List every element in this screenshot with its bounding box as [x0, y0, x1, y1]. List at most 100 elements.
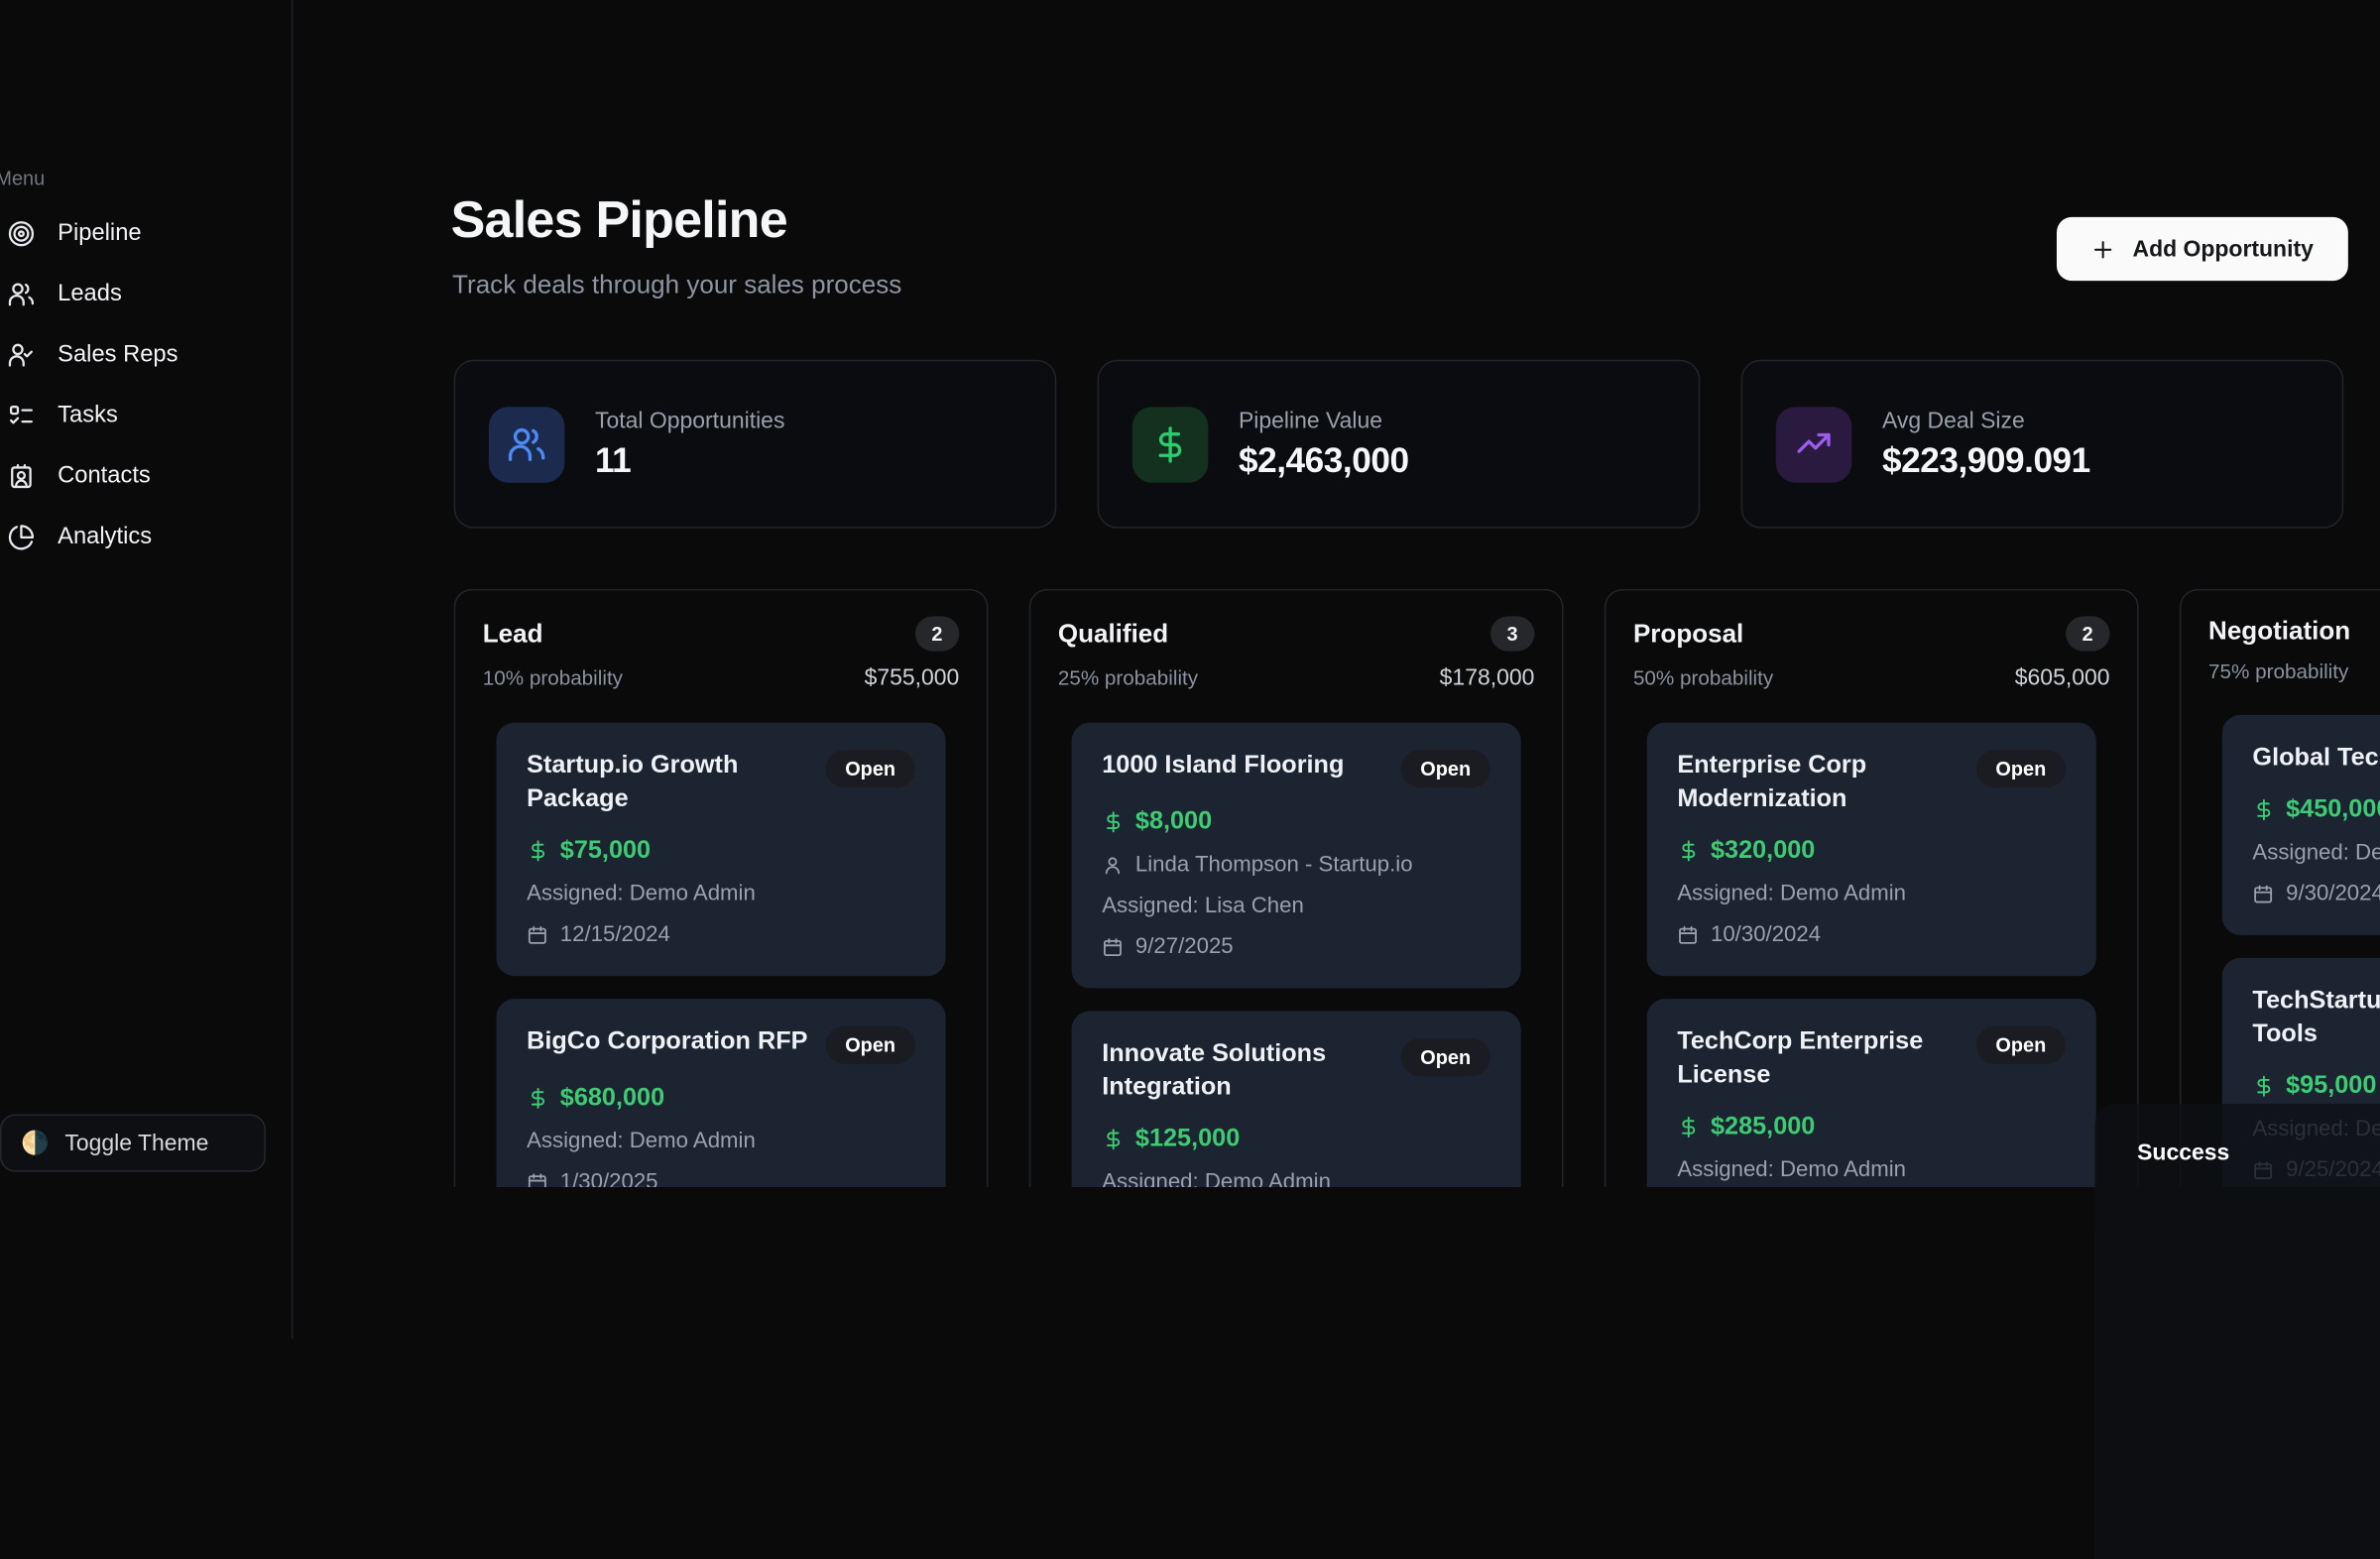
dollar-icon	[1132, 406, 1209, 482]
deal-card[interactable]: Enterprise Corp Modernization Open $320,…	[1647, 723, 2096, 976]
deal-title: 1000 Island Flooring	[1102, 750, 1344, 787]
sidebar-item-label: Contacts	[58, 463, 151, 491]
column-probability: 10% probability	[483, 666, 623, 689]
column-count-badge: 2	[2066, 616, 2110, 651]
stat-card-total-opportunities: Total Opportunities 11	[454, 360, 1057, 529]
sidebar-item-label: Sales Reps	[58, 341, 178, 369]
deal-contact: Linda Thompson - Startup.io	[1135, 853, 1413, 877]
stats-row: Total Opportunities 11 Pipeline Value $2…	[454, 360, 2344, 529]
users-icon	[8, 281, 36, 308]
stat-value: 11	[595, 439, 784, 480]
deal-amount: $285,000	[1711, 1113, 1815, 1141]
status-badge: Open	[825, 1026, 915, 1064]
contact-card-icon	[8, 463, 36, 491]
dollar-icon	[2252, 798, 2275, 821]
sidebar-item-tasks[interactable]: Tasks	[0, 386, 292, 446]
deal-amount: $125,000	[1135, 1125, 1240, 1153]
sidebar-item-sales-reps[interactable]: Sales Reps	[0, 325, 292, 386]
column-title: Qualified	[1058, 619, 1168, 650]
deal-assigned: Assigned: Demo Admin	[2252, 841, 2380, 865]
column-count-badge: 2	[915, 616, 960, 651]
sidebar-item-label: Analytics	[58, 524, 152, 551]
deal-assigned: Assigned: Demo Admin	[527, 1130, 915, 1153]
user-check-icon	[8, 341, 36, 369]
column-proposal: Proposal 2 50% probability $605,000 Ente…	[1605, 589, 2139, 1187]
list-todo-icon	[8, 403, 36, 430]
deal-card[interactable]: Innovate Solutions Integration Open $125…	[1072, 1011, 1521, 1187]
deal-assigned: Assigned: Demo Admin	[527, 882, 915, 905]
deal-card[interactable]: TechCorp Enterprise License Open $285,00…	[1647, 999, 2096, 1187]
deal-date: 1/30/2025	[560, 1170, 658, 1187]
stat-label: Total Opportunities	[595, 408, 784, 433]
column-qualified: Qualified 3 25% probability $178,000 100…	[1029, 589, 1564, 1187]
column-total: $755,000	[865, 664, 960, 690]
column-probability: 25% probability	[1058, 666, 1198, 689]
column-total: $605,000	[2015, 664, 2110, 690]
stat-card-pipeline-value: Pipeline Value $2,463,000	[1098, 360, 1701, 529]
deal-title: Global Tech	[2252, 742, 2380, 776]
dollar-icon	[1102, 1128, 1125, 1150]
sidebar-item-pipeline[interactable]: Pipeline	[0, 203, 292, 264]
column-title: Proposal	[1633, 619, 1743, 650]
dollar-icon	[1677, 1116, 1700, 1139]
deal-title: BigCo Corporation RFP	[527, 1026, 807, 1064]
sidebar-item-leads[interactable]: Leads	[0, 264, 292, 324]
deal-date: 9/30/2024	[2286, 882, 2380, 905]
deal-title: TechCorp Enterprise License	[1677, 1026, 1961, 1093]
status-badge: Open	[1400, 750, 1490, 787]
toast-title: Success	[2137, 1139, 2380, 1165]
calendar-icon	[2252, 884, 2273, 904]
stat-value: $2,463,000	[1239, 439, 1409, 480]
stat-label: Avg Deal Size	[1882, 408, 2090, 433]
column-lead: Lead 2 10% probability $755,000 Startup.…	[454, 589, 989, 1187]
toggle-theme-button[interactable]: 🌗 Toggle Theme	[0, 1114, 266, 1171]
deal-date: 10/30/2024	[1711, 922, 1821, 946]
add-opportunity-button[interactable]: Add Opportunity	[2057, 217, 2348, 281]
deal-amount: $95,000	[2286, 1071, 2376, 1100]
trending-up-icon	[1776, 406, 1852, 482]
status-badge: Open	[1400, 1038, 1490, 1076]
deal-title: Innovate Solutions Integration	[1102, 1038, 1385, 1105]
sidebar-menu-label: Menu	[0, 167, 45, 189]
dollar-icon	[527, 1087, 549, 1110]
sidebar-item-analytics[interactable]: Analytics	[0, 507, 292, 567]
sidebar-item-contacts[interactable]: Contacts	[0, 446, 292, 507]
toggle-theme-label: Toggle Theme	[64, 1131, 208, 1156]
column-negotiation: Negotiation 75% probability Global Tech …	[2180, 589, 2380, 1187]
stat-value: $223,909.091	[1882, 439, 2090, 480]
calendar-icon	[527, 924, 547, 945]
calendar-icon	[527, 1171, 547, 1186]
deal-amount: $450,000	[2286, 795, 2380, 824]
calendar-icon	[1102, 936, 1123, 957]
sidebar-item-label: Pipeline	[58, 220, 141, 248]
status-badge: Open	[1975, 750, 2066, 787]
column-probability: 75% probability	[2208, 660, 2348, 683]
column-count-badge: 3	[1490, 616, 1535, 651]
deal-amount: $75,000	[560, 836, 651, 865]
sidebar-item-label: Leads	[58, 281, 122, 308]
deal-card[interactable]: 1000 Island Flooring Open $8,000 Linda T…	[1072, 723, 1521, 989]
deal-amount: $680,000	[560, 1084, 664, 1113]
deal-title: Startup.io Growth Package	[527, 750, 810, 816]
pie-chart-icon	[8, 524, 36, 551]
page-title: Sales Pipeline	[451, 191, 787, 251]
deal-card[interactable]: Global Tech $450,000 Assigned: Demo Admi…	[2222, 715, 2380, 935]
plus-icon	[2091, 238, 2114, 261]
deal-date: 9/27/2025	[1135, 935, 1234, 959]
deal-assigned: Assigned: Demo Admin	[1677, 1157, 2066, 1181]
column-probability: 50% probability	[1633, 666, 1773, 689]
dollar-icon	[1102, 810, 1125, 833]
deal-assigned: Assigned: Lisa Chen	[1102, 895, 1490, 918]
deal-amount: $8,000	[1135, 807, 1212, 836]
calendar-icon	[1677, 924, 1698, 945]
deal-card[interactable]: Startup.io Growth Package Open $75,000 A…	[497, 723, 946, 976]
sidebar-nav: Pipeline Leads Sales Reps Tasks	[0, 203, 292, 567]
dollar-icon	[2252, 1074, 2275, 1097]
deal-title: TechStartup Tools	[2252, 985, 2380, 1051]
users-icon	[489, 406, 565, 482]
deal-card[interactable]: BigCo Corporation RFP Open $680,000 Assi…	[497, 999, 946, 1187]
column-title: Negotiation	[2208, 616, 2350, 647]
dollar-icon	[527, 839, 549, 862]
deal-assigned: Assigned: Demo Admin	[1102, 1170, 1490, 1187]
status-badge: Open	[825, 750, 915, 787]
